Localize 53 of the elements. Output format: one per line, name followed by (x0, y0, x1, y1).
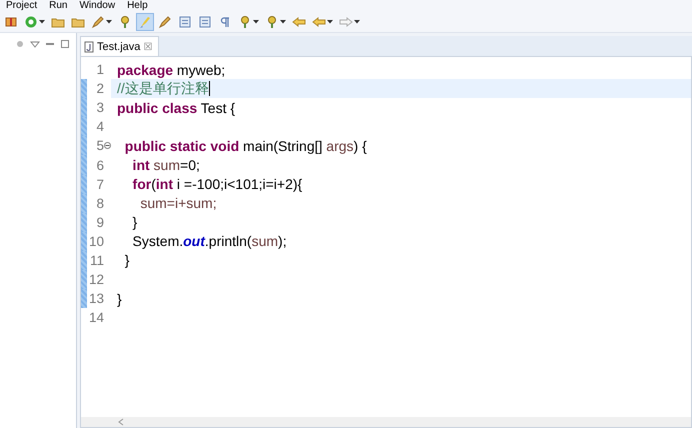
code-line: sum=i+sum; (139, 195, 217, 212)
menu-item[interactable]: Project (6, 0, 38, 12)
line-number: 10 (88, 234, 104, 249)
code-line: for(int i =-100;i<101;i=i+2){ (132, 176, 302, 192)
code-line: //这是单行注释 (117, 80, 209, 98)
pin-icon (238, 15, 252, 29)
line-number: 1 (96, 62, 104, 78)
code-line: System.out.println(sum); (132, 233, 287, 250)
document-icon (198, 15, 212, 29)
line-number: 4 (96, 119, 104, 134)
line-number: 12 (88, 272, 104, 288)
pilcrow-icon (218, 15, 232, 29)
code-line: } (132, 214, 138, 230)
text-cursor (208, 81, 210, 96)
menu-item[interactable]: Help (127, 0, 148, 12)
java-file-icon (84, 40, 94, 52)
code-line: } (117, 290, 122, 307)
line-number: 7 (96, 176, 104, 192)
pen-icon (158, 15, 172, 29)
line-number: 6 (96, 158, 104, 173)
link-icon (15, 39, 25, 49)
editor-tab[interactable]: Test.java ☒ (80, 36, 160, 56)
pin-icon (118, 15, 132, 29)
close-tab-button[interactable]: ☒ (143, 40, 152, 52)
code-line: int sum=0; (132, 157, 200, 174)
left-arrow-icon (312, 15, 326, 29)
horizontal-scrollbar[interactable] (81, 417, 691, 427)
line-number: 3 (96, 100, 104, 116)
circle-icon (24, 15, 38, 29)
line-number: 5 (96, 138, 104, 154)
code-line: package myweb; (117, 62, 226, 78)
box-icon (4, 15, 18, 29)
brush-icon (138, 15, 152, 29)
pin-icon (265, 15, 279, 29)
line-number: 11 (90, 252, 104, 268)
line-number: 8 (96, 196, 104, 211)
line-number: 9 (96, 214, 104, 230)
left-arrow-icon (292, 15, 306, 29)
maximize-icon (60, 39, 70, 49)
scroll-left-icon (117, 417, 125, 427)
right-arrow-icon (339, 15, 353, 29)
line-number: 13 (88, 291, 104, 306)
line-number: 14 (88, 310, 104, 326)
tab-label: Test.java (97, 40, 140, 52)
view-menu-icon (30, 39, 40, 49)
code-line: } (124, 252, 130, 268)
document-icon (178, 15, 192, 29)
pen-icon (91, 15, 105, 29)
code-line: public static void main(String[] args) { (124, 138, 367, 154)
line-number: 2 (96, 81, 104, 96)
menu-item[interactable]: Run (49, 0, 68, 12)
menu-item[interactable]: Window (79, 0, 116, 12)
code-line: public class Test { (117, 100, 236, 116)
